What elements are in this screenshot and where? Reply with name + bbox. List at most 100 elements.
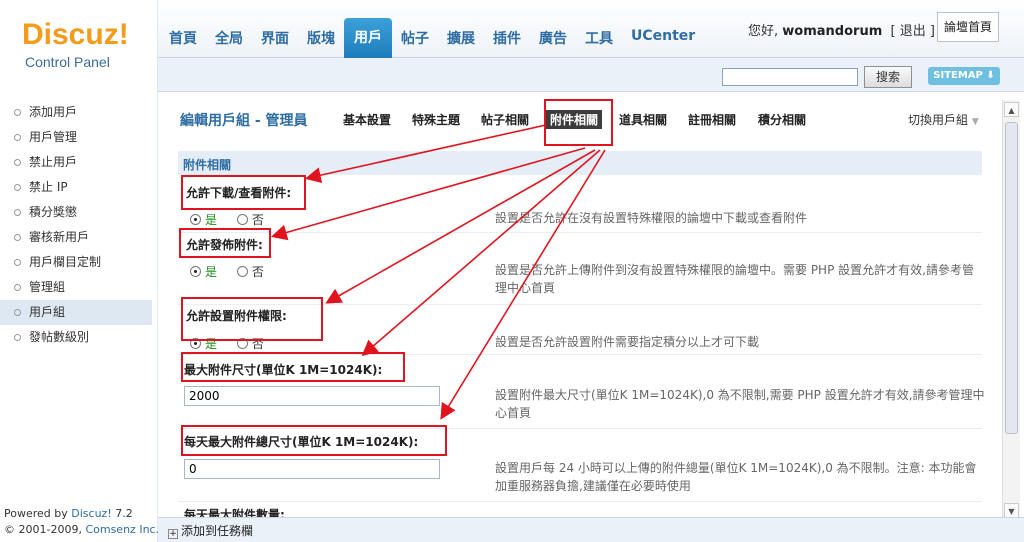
bullet-icon <box>14 109 21 116</box>
page-title: 編輯用戶組 - 管理員 <box>180 113 308 129</box>
annotation-box-daysize <box>181 425 447 456</box>
sidebar-item-user-manage[interactable]: 用戶管理 <box>0 125 152 150</box>
sidebar-item-moderate-users[interactable]: 審核新用戶 <box>0 225 152 250</box>
logo-text: Discuz! <box>22 18 129 51</box>
sidebar-item-label: 用戶管理 <box>29 130 78 144</box>
bullet-icon <box>14 209 21 216</box>
powered-version: 7.2 <box>115 507 133 520</box>
nav-tab-forums[interactable]: 版塊 <box>298 18 344 58</box>
sidebar-item-ban-ip[interactable]: 禁止 IP <box>0 175 152 200</box>
tab-credits[interactable]: 積分相關 <box>758 111 806 128</box>
user-info: 您好, womandorum [ 退出 ] <box>748 20 935 39</box>
sidebar-item-label: 禁止 IP <box>29 180 68 194</box>
sidebar-item-label: 添加用戶 <box>29 105 78 119</box>
control-panel-app: 首頁 全局 界面 版塊 用戶 帖子 擴展 插件 廣告 工具 UCenter 您好… <box>0 0 1024 542</box>
sidebar-item-label: 發帖數級別 <box>29 330 90 344</box>
powered-by: Powered by Discuz! 7.2 © 2001-2009, Coms… <box>4 506 159 538</box>
bullet-icon <box>14 334 21 341</box>
main-scrollbar[interactable]: ▲ ▼ <box>1002 100 1020 520</box>
logout-link[interactable]: [ 退出 ] <box>891 24 935 39</box>
radio-no-label: 否 <box>251 265 264 279</box>
plus-icon: + <box>168 529 178 539</box>
sidebar-item-label: 用戶組 <box>29 305 66 319</box>
footer-bar: + 添加到任務欄 <box>158 517 1024 542</box>
bullet-icon <box>14 309 21 316</box>
section-header: 附件相關 <box>178 151 982 175</box>
annotation-box-tab <box>544 99 613 146</box>
scrollbar-thumb[interactable] <box>1005 122 1018 434</box>
nav-tab-tools[interactable]: 工具 <box>576 18 622 58</box>
sidebar-item-ban-user[interactable]: 禁止用戶 <box>0 150 152 175</box>
logo-subtitle: Control Panel <box>25 54 110 70</box>
nav-tab-global[interactable]: 全局 <box>206 18 252 58</box>
annotation-box-post <box>179 228 271 258</box>
copyright-company-link[interactable]: Comsenz Inc. <box>85 523 159 536</box>
forum-home-button[interactable]: 論壇首頁 <box>937 12 999 42</box>
setting-maxsize-desc: 設置附件最大尺寸(單位K 1M=1024K),0 為不限制,需要 PHP 設置允… <box>495 388 985 420</box>
scroll-down-arrow-icon[interactable]: ▼ <box>1004 503 1019 518</box>
bullet-icon <box>14 134 21 141</box>
sub-toolbar: 搜索 SITEMAP ⬇ <box>158 58 1024 92</box>
nav-tab-home[interactable]: 首頁 <box>160 18 206 58</box>
radio-no-label: 否 <box>251 213 264 227</box>
setting-daysize-desc: 設置用戶每 24 小時可以上傳的附件總量(單位K 1M=1024K),0 為不限… <box>495 461 977 493</box>
nav-tab-plugins[interactable]: 插件 <box>484 18 530 58</box>
sidebar-item-label: 積分獎懲 <box>29 205 78 219</box>
tab-register[interactable]: 註冊相關 <box>688 111 736 128</box>
radio-no[interactable] <box>236 266 248 277</box>
sidebar-menu: 添加用戶 用戶管理 禁止用戶 禁止 IP 積分獎懲 審核新用戶 用戶欄目定制 管… <box>0 100 152 350</box>
sidebar-item-add-user[interactable]: 添加用戶 <box>0 100 152 125</box>
tab-basic[interactable]: 基本設置 <box>343 111 391 128</box>
sidebar-item-admin-groups[interactable]: 管理組 <box>0 275 152 300</box>
sidebar-item-label: 管理組 <box>29 280 66 294</box>
daily-attachment-size-input[interactable] <box>184 459 440 479</box>
nav-tab-ucenter[interactable]: UCenter <box>622 18 704 58</box>
main-nav: 首頁 全局 界面 版塊 用戶 帖子 擴展 插件 廣告 工具 UCenter <box>160 18 704 58</box>
tab-posts[interactable]: 帖子相關 <box>481 111 529 128</box>
nav-tab-ads[interactable]: 廣告 <box>530 18 576 58</box>
setting-download-desc: 設置是否允許在沒有設置特殊權限的論壇中下載或查看附件 <box>495 211 808 225</box>
username: womandorum <box>782 24 883 39</box>
radio-yes-label: 是 <box>205 213 218 227</box>
bullet-icon <box>14 259 21 266</box>
radio-yes[interactable] <box>190 266 201 277</box>
sidebar: 添加用戶 用戶管理 禁止用戶 禁止 IP 積分獎懲 審核新用戶 用戶欄目定制 管… <box>0 92 159 542</box>
switch-group-dropdown[interactable]: 切換用戶組 ▼ <box>908 111 979 128</box>
annotation-box-maxsize <box>181 352 405 382</box>
sidebar-item-user-groups[interactable]: 用戶組 <box>0 300 152 325</box>
add-to-taskbar-link[interactable]: + 添加到任務欄 <box>168 522 253 539</box>
nav-tab-users[interactable]: 用戶 <box>344 18 392 58</box>
divider <box>178 501 982 502</box>
powered-product-link[interactable]: Discuz! <box>71 507 111 520</box>
sitemap-button[interactable]: SITEMAP ⬇ <box>928 67 1000 85</box>
scroll-up-arrow-icon[interactable]: ▲ <box>1004 102 1019 117</box>
section-title: 附件相關 <box>183 158 232 172</box>
add-to-taskbar-label: 添加到任務欄 <box>181 524 254 538</box>
sidebar-item-profile-fields[interactable]: 用戶欄目定制 <box>0 250 152 275</box>
setting-post-desc: 設置是否允許上傳附件到沒有設置特殊權限的論壇中。需要 PHP 設置允許才有效,請… <box>495 263 974 295</box>
search-button[interactable]: 搜索 <box>864 66 912 88</box>
nav-tab-posts[interactable]: 帖子 <box>392 18 438 58</box>
setting-post-radios: 是 否 <box>190 263 264 280</box>
copyright-prefix: © 2001-2009, <box>4 523 82 536</box>
search-input[interactable] <box>722 68 858 86</box>
tab-magic[interactable]: 道具相關 <box>619 111 667 128</box>
tab-special-threads[interactable]: 特殊主題 <box>412 111 460 128</box>
setting-download-radios: 是 否 <box>190 211 264 228</box>
setting-perm-desc: 設置是否允許設置附件需要指定積分以上才可下載 <box>495 335 760 349</box>
sidebar-item-post-ranks[interactable]: 發帖數級別 <box>0 325 152 350</box>
bullet-icon <box>14 184 21 191</box>
sidebar-item-label: 禁止用戶 <box>29 155 78 169</box>
sidebar-item-label: 用戶欄目定制 <box>29 255 102 269</box>
radio-yes[interactable] <box>190 214 201 225</box>
bullet-icon <box>14 284 21 291</box>
max-attachment-size-input[interactable] <box>184 386 440 406</box>
logo[interactable]: Discuz! Control Panel <box>0 0 158 92</box>
sidebar-item-credits[interactable]: 積分獎懲 <box>0 200 152 225</box>
switch-group-label: 切換用戶組 <box>908 113 969 127</box>
sidebar-item-label: 審核新用戶 <box>29 230 90 244</box>
annotation-box-download <box>181 175 306 210</box>
radio-no[interactable] <box>236 214 248 225</box>
nav-tab-style[interactable]: 界面 <box>252 18 298 58</box>
nav-tab-extensions[interactable]: 擴展 <box>438 18 484 58</box>
